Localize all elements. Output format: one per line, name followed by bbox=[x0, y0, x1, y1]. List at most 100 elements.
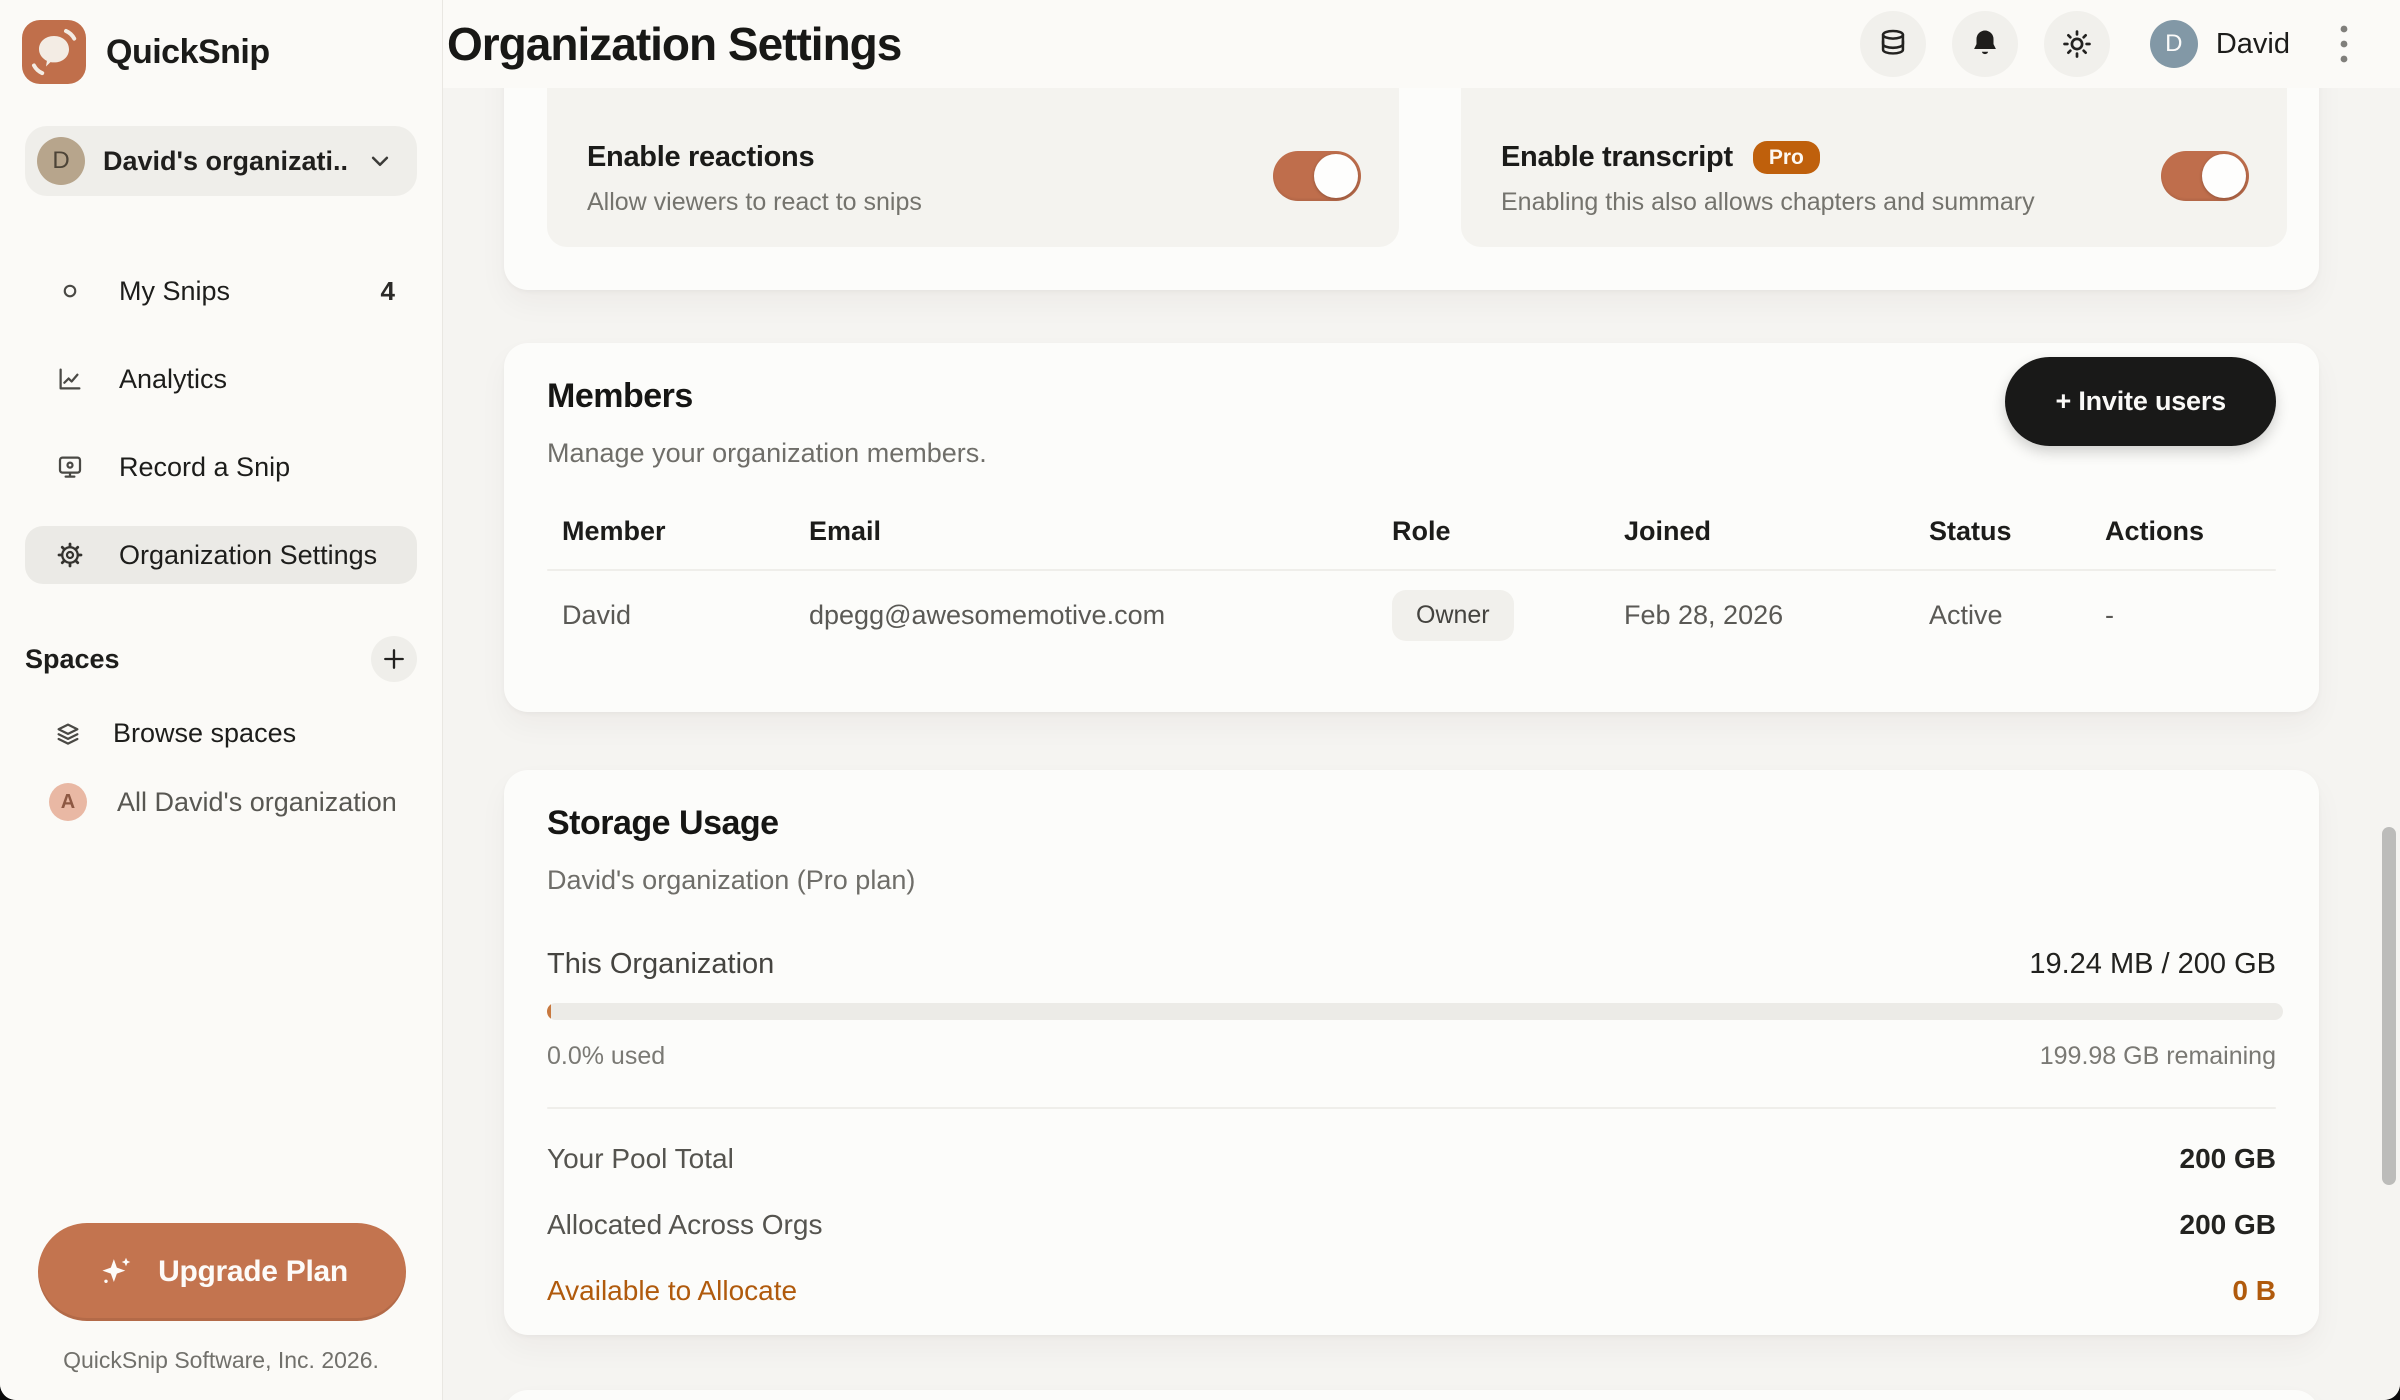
available-to-allocate-row: Available to Allocate 0 B bbox=[547, 1275, 2276, 1307]
pool-total-row: Your Pool Total 200 GB bbox=[547, 1143, 2276, 1175]
percent-used-text: 0.0% used bbox=[547, 1042, 665, 1071]
org-storage-label: This Organization bbox=[547, 948, 774, 981]
sidebar-item-all-org-space[interactable]: A All David's organization bbox=[25, 783, 417, 821]
sidebar-item-label: Analytics bbox=[119, 364, 395, 395]
sidebar-nav: My Snips 4 Analytics Record a Snip bbox=[0, 262, 442, 584]
member-email-cell: dpegg@awesomemotive.com bbox=[809, 600, 1392, 631]
disc-icon bbox=[55, 276, 85, 306]
gear-icon bbox=[55, 540, 85, 570]
layers-icon bbox=[53, 719, 83, 749]
database-button[interactable] bbox=[1860, 11, 1926, 77]
monitor-icon bbox=[55, 452, 85, 482]
user-menu[interactable]: D David bbox=[2150, 20, 2290, 68]
org-avatar: D bbox=[37, 137, 85, 185]
pool-row-value: 200 GB bbox=[2180, 1209, 2277, 1241]
pool-row-value: 200 GB bbox=[2180, 1143, 2277, 1175]
sidebar-item-browse-spaces[interactable]: Browse spaces bbox=[25, 718, 417, 749]
sidebar-footer-text: QuickSnip Software, Inc. 2026. bbox=[0, 1347, 442, 1374]
app-window: QuickSnip D David's organizati... My Sni… bbox=[0, 0, 2400, 1400]
scrollbar-thumb[interactable] bbox=[2382, 827, 2396, 1185]
storage-subtitle: David's organization (Pro plan) bbox=[547, 865, 2276, 896]
member-role-cell: Owner bbox=[1392, 590, 1624, 641]
storage-title: Storage Usage bbox=[547, 804, 2276, 843]
upgrade-plan-button[interactable]: Upgrade Plan bbox=[38, 1223, 406, 1321]
members-card: Members Manage your organization members… bbox=[504, 343, 2319, 712]
setting-title: Enable reactions bbox=[587, 141, 814, 174]
sparkle-icon bbox=[96, 1252, 136, 1292]
column-header: Role bbox=[1392, 516, 1624, 547]
sidebar: QuickSnip D David's organizati... My Sni… bbox=[0, 0, 443, 1400]
main-header: Organization Settings bbox=[443, 0, 2400, 88]
toggle-knob bbox=[1314, 154, 1358, 198]
brand-name: QuickSnip bbox=[106, 33, 270, 72]
user-name: David bbox=[2216, 28, 2290, 61]
sidebar-item-label: My Snips bbox=[119, 276, 347, 307]
enable-transcript-toggle[interactable] bbox=[2161, 151, 2249, 201]
member-actions-cell: - bbox=[2105, 600, 2276, 631]
next-card-partial bbox=[504, 1390, 2319, 1400]
column-header: Member bbox=[562, 516, 809, 547]
column-header: Joined bbox=[1624, 516, 1929, 547]
app-logo-icon[interactable] bbox=[22, 20, 86, 84]
enable-reactions-toggle[interactable] bbox=[1273, 151, 1361, 201]
sidebar-item-my-snips[interactable]: My Snips 4 bbox=[25, 262, 417, 320]
storage-progress-fill bbox=[547, 1003, 551, 1020]
page-title: Organization Settings bbox=[447, 17, 901, 71]
member-joined-cell: Feb 28, 2026 bbox=[1624, 600, 1929, 631]
upgrade-plan-label: Upgrade Plan bbox=[158, 1255, 348, 1289]
pool-row-label: Your Pool Total bbox=[547, 1143, 734, 1175]
header-actions: D David bbox=[1860, 11, 2366, 77]
kebab-menu-button[interactable] bbox=[2322, 17, 2366, 71]
user-avatar: D bbox=[2150, 20, 2198, 68]
pool-row-label: Allocated Across Orgs bbox=[547, 1209, 822, 1241]
chart-icon bbox=[55, 364, 85, 394]
pro-badge: Pro bbox=[1753, 141, 1820, 174]
storage-divider bbox=[547, 1107, 2276, 1109]
pool-row-value: 0 B bbox=[2232, 1275, 2276, 1307]
bell-icon bbox=[1968, 27, 2002, 61]
sun-icon bbox=[2060, 27, 2094, 61]
storage-usage-card: Storage Usage David's organization (Pro … bbox=[504, 770, 2319, 1335]
space-avatar: A bbox=[49, 783, 87, 821]
spaces-header: Spaces bbox=[25, 636, 417, 682]
main-area: Organization Settings bbox=[443, 0, 2400, 1400]
sidebar-item-analytics[interactable]: Analytics bbox=[25, 350, 417, 408]
sidebar-item-organization-settings[interactable]: Organization Settings bbox=[25, 526, 417, 584]
table-row: David dpegg@awesomemotive.com Owner Feb … bbox=[504, 571, 2319, 659]
remaining-text: 199.98 GB remaining bbox=[2040, 1042, 2276, 1071]
member-name-cell: David bbox=[562, 600, 809, 631]
invite-users-button[interactable]: + Invite users bbox=[2005, 357, 2276, 446]
enable-transcript-tile: Enable transcript Pro Enabling this also… bbox=[1461, 88, 2287, 247]
notifications-button[interactable] bbox=[1952, 11, 2018, 77]
org-storage-value: 19.24 MB / 200 GB bbox=[2029, 948, 2276, 981]
kebab-menu-icon bbox=[2339, 23, 2349, 65]
column-header: Status bbox=[1929, 516, 2105, 547]
content-scroll-area[interactable]: Enable reactions Allow viewers to react … bbox=[443, 88, 2400, 1400]
org-selector[interactable]: D David's organizati... bbox=[25, 126, 417, 196]
snips-count-badge: 4 bbox=[381, 276, 395, 307]
sidebar-item-label: Organization Settings bbox=[119, 540, 395, 571]
member-status-cell: Active bbox=[1929, 600, 2105, 631]
sidebar-item-record-a-snip[interactable]: Record a Snip bbox=[25, 438, 417, 496]
members-table: Member Email Role Joined Status Actions … bbox=[504, 499, 2319, 659]
snip-settings-card: Enable reactions Allow viewers to react … bbox=[504, 88, 2319, 290]
sidebar-item-label: Record a Snip bbox=[119, 452, 395, 483]
setting-description: Enabling this also allows chapters and s… bbox=[1501, 188, 2247, 217]
pool-row-label: Available to Allocate bbox=[547, 1275, 797, 1307]
storage-progress-bar bbox=[547, 1003, 2283, 1020]
members-subtitle: Manage your organization members. bbox=[547, 438, 2276, 469]
spaces-heading: Spaces bbox=[25, 644, 120, 675]
allocated-row: Allocated Across Orgs 200 GB bbox=[547, 1209, 2276, 1241]
plus-icon bbox=[380, 645, 408, 673]
add-space-button[interactable] bbox=[371, 636, 417, 682]
theme-button[interactable] bbox=[2044, 11, 2110, 77]
sidebar-item-label: All David's organization bbox=[117, 787, 397, 818]
column-header: Actions bbox=[2105, 516, 2276, 547]
setting-description: Allow viewers to react to snips bbox=[587, 188, 1359, 217]
column-header: Email bbox=[809, 516, 1392, 547]
spaces-list: Browse spaces A All David's organization bbox=[0, 718, 442, 821]
sidebar-item-label: Browse spaces bbox=[113, 718, 417, 749]
brand: QuickSnip bbox=[0, 8, 442, 96]
database-icon bbox=[1876, 27, 1910, 61]
role-badge: Owner bbox=[1392, 590, 1514, 641]
